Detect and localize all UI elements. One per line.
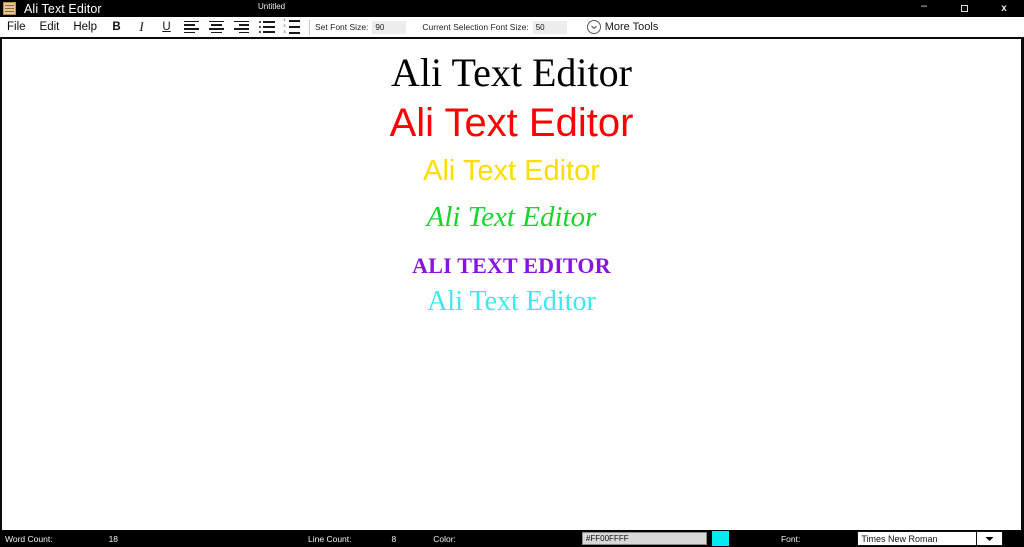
word-count-value: 18	[108, 533, 119, 544]
toolbar-divider	[309, 19, 311, 35]
align-right-icon	[234, 20, 250, 34]
chevron-down-icon	[586, 20, 601, 34]
text-editor-area[interactable]: Ali Text Editor Ali Text Editor Ali Text…	[0, 39, 1024, 530]
bold-button[interactable]: B	[104, 17, 129, 37]
align-left-icon	[184, 20, 200, 34]
menu-edit[interactable]: Edit	[33, 17, 67, 37]
maximize-button[interactable]	[944, 0, 984, 17]
more-tools-label: More Tools	[604, 21, 659, 33]
document-line: Ali Text Editor	[389, 101, 634, 145]
menu-file[interactable]: File	[0, 17, 33, 37]
window-controls: – x	[904, 0, 1024, 17]
app-menu-icon[interactable]	[3, 2, 16, 15]
document-line: Ali Text Editor	[427, 286, 596, 317]
numbered-list-icon: 1 2 3	[284, 18, 300, 35]
bullet-list-icon	[258, 20, 275, 34]
font-label: Font:	[780, 533, 801, 544]
align-center-button[interactable]	[204, 17, 229, 37]
align-right-button[interactable]	[229, 17, 254, 37]
status-bar: Word Count: 18 Line Count: 8 Color: #FF0…	[0, 530, 1024, 547]
line-count-label: Line Count:	[308, 533, 352, 544]
color-hex-input[interactable]: #FF00FFFF	[581, 532, 707, 545]
word-count-label: Word Count:	[5, 533, 53, 544]
document-name-label: Untitled	[258, 2, 286, 11]
italic-button[interactable]: I	[129, 17, 154, 37]
align-center-icon	[209, 20, 225, 34]
more-tools-button[interactable]: More Tools	[586, 20, 659, 34]
current-selection-font-size-input[interactable]: 50	[532, 20, 567, 34]
underline-button[interactable]: U	[154, 17, 179, 37]
title-bar: Ali Text Editor Untitled – x	[0, 0, 1024, 17]
document-line: Ali Text Editor	[426, 201, 597, 233]
line-count-value: 8	[391, 533, 397, 544]
document-line: Ali Text Editor	[423, 155, 600, 187]
menu-help[interactable]: Help	[66, 17, 104, 37]
set-font-size-label: Set Font Size:	[315, 22, 369, 32]
close-button[interactable]: x	[984, 0, 1024, 17]
color-label: Color:	[433, 533, 456, 544]
color-swatch[interactable]	[711, 531, 729, 546]
document-line: ALI TEXT EDITOR	[412, 253, 611, 278]
document-line: Ali Text Editor	[391, 50, 632, 95]
chevron-down-icon	[985, 534, 994, 544]
font-family-dropdown-button[interactable]	[977, 531, 1004, 546]
toolbar: File Edit Help B I U 1 2 3 Set Font Size	[0, 17, 1024, 39]
align-left-button[interactable]	[179, 17, 204, 37]
numbered-list-button[interactable]: 1 2 3	[279, 17, 304, 37]
document-content[interactable]: Ali Text Editor Ali Text Editor Ali Text…	[2, 39, 1021, 320]
current-selection-font-size-label: Current Selection Font Size:	[422, 22, 529, 32]
bullet-list-button[interactable]	[254, 17, 279, 37]
minimize-icon: –	[920, 0, 928, 12]
close-icon: x	[1001, 2, 1007, 14]
font-family-select[interactable]: Times New Roman	[857, 531, 978, 546]
maximize-icon	[960, 5, 968, 12]
app-title: Ali Text Editor	[24, 1, 102, 16]
set-font-size-input[interactable]: 90	[372, 20, 407, 34]
